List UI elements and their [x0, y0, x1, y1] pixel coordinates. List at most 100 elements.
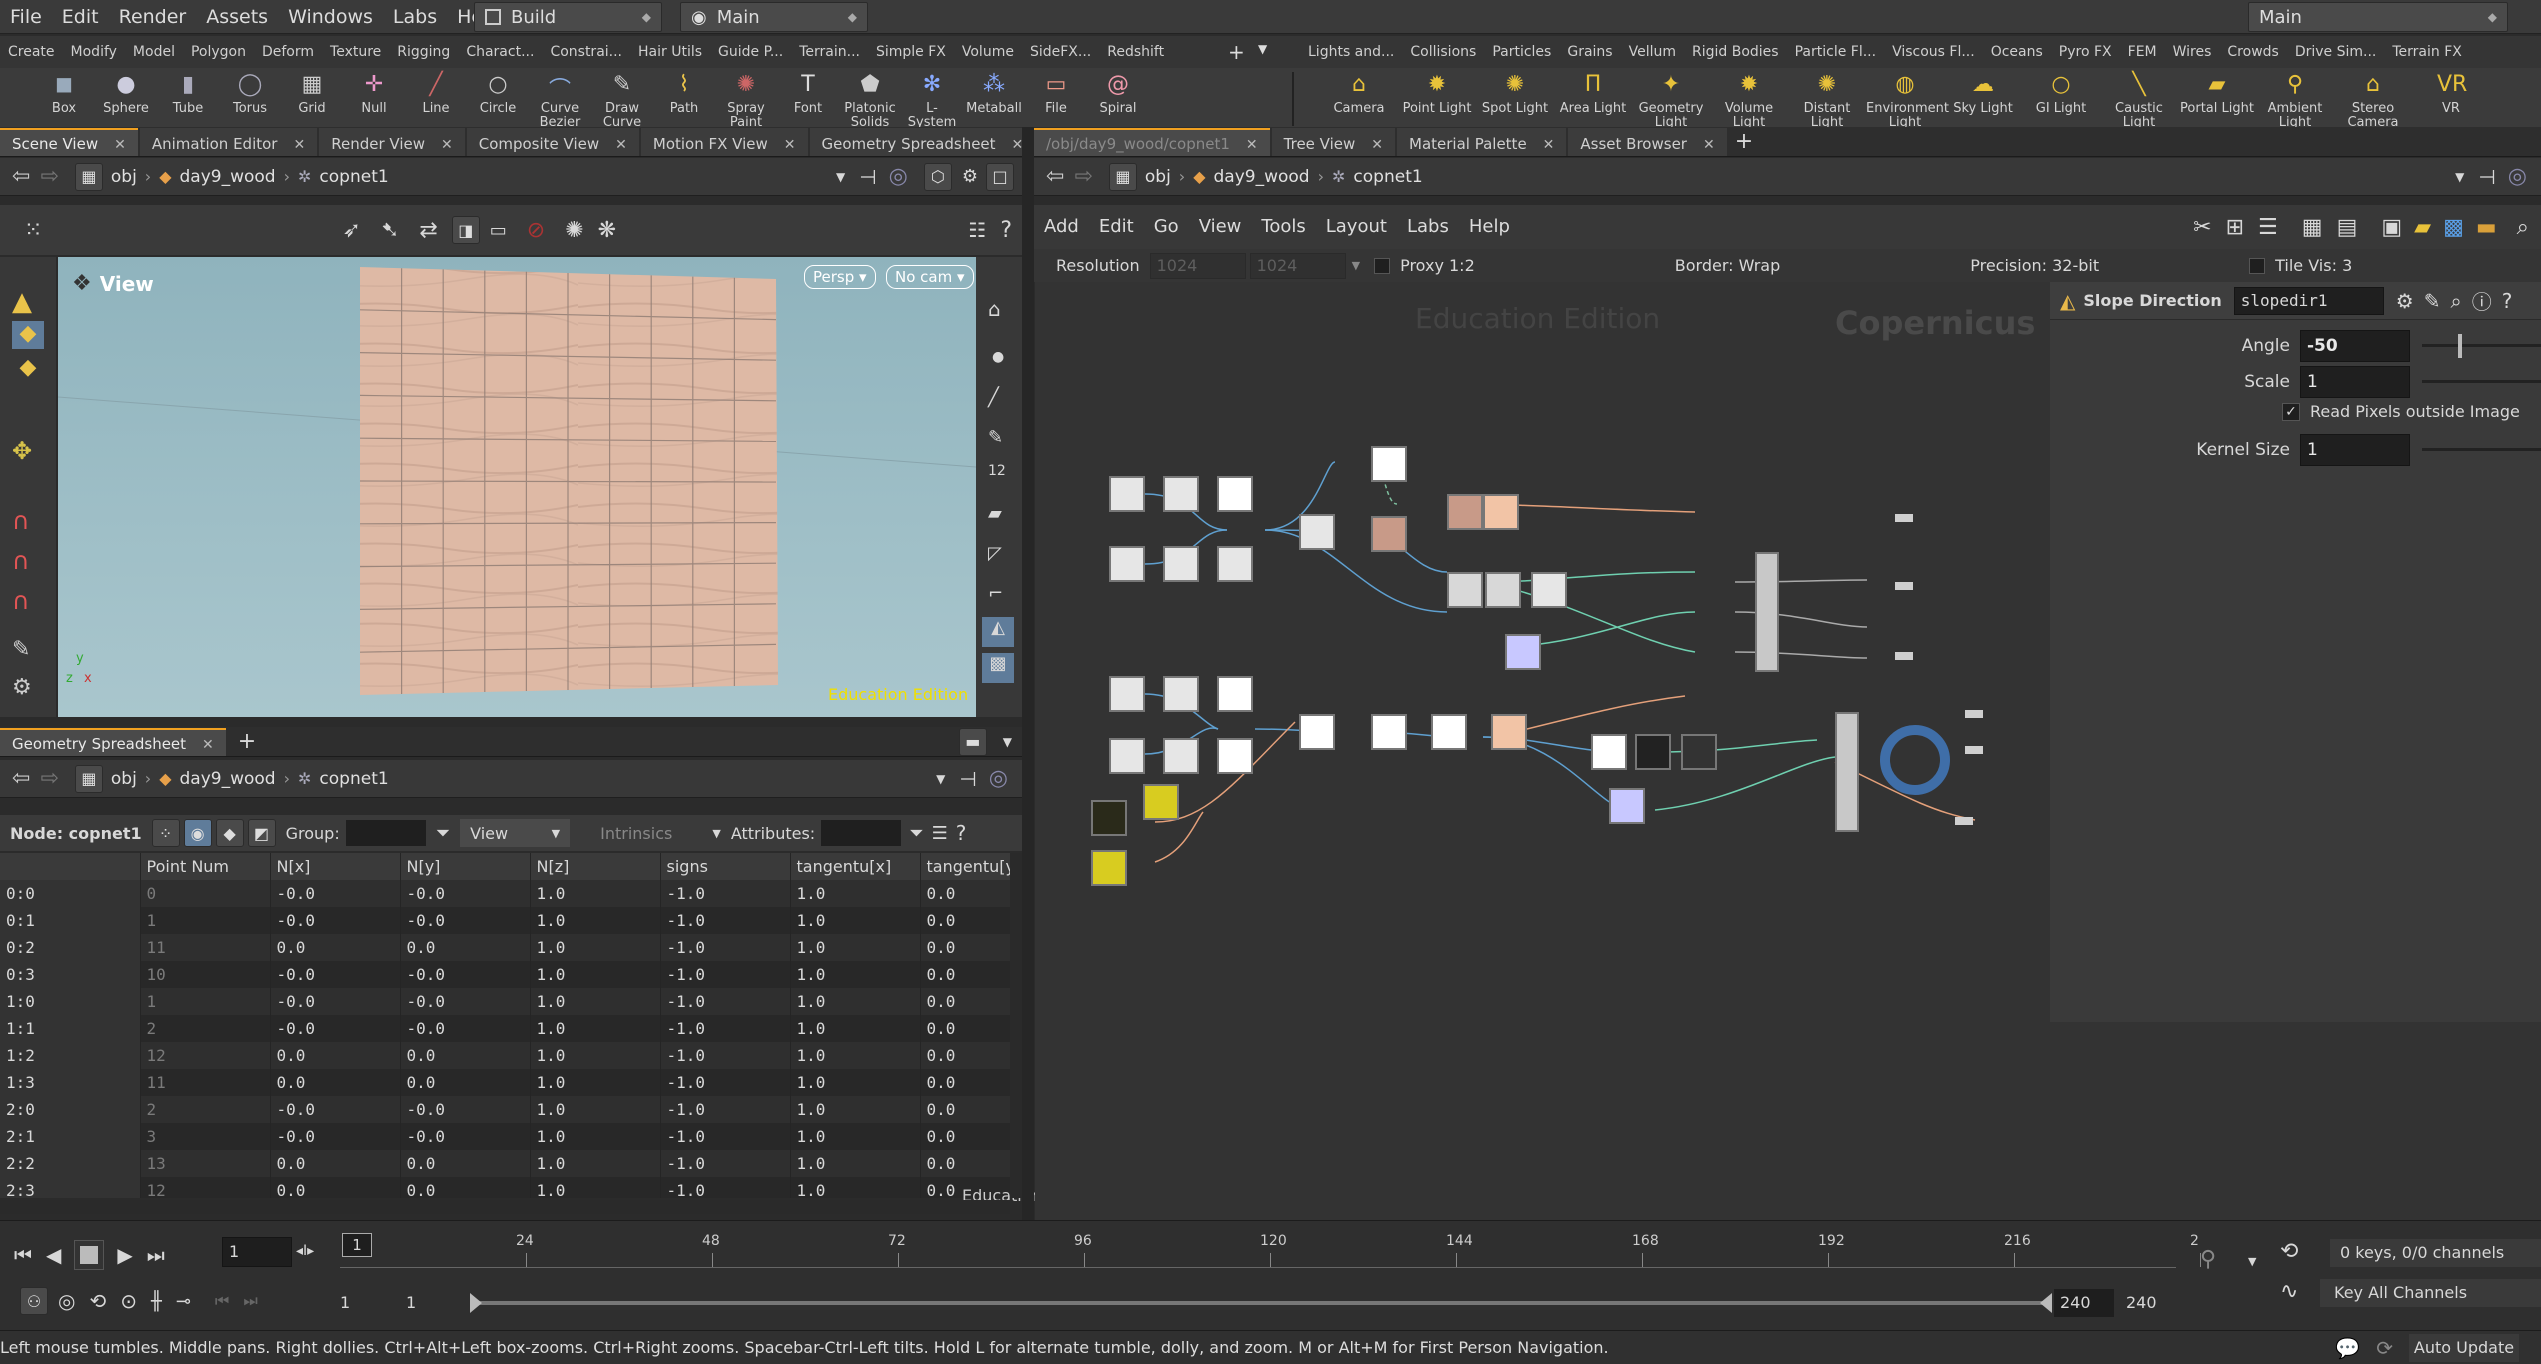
- paint-icon[interactable]: ▰: [988, 503, 1002, 524]
- key-icon[interactable]: ⚲: [2200, 1247, 2216, 1272]
- breadcrumb-copnet1[interactable]: copnet1: [1353, 167, 1422, 187]
- tool-distant-light[interactable]: ✺ Distant Light: [1788, 68, 1866, 130]
- angle-slider-handle[interactable]: [2458, 334, 2462, 358]
- box-icon[interactable]: ▬: [2476, 215, 2497, 240]
- shelf-tab[interactable]: Modify: [63, 36, 125, 68]
- angle-field[interactable]: -50: [2300, 330, 2410, 362]
- tool-line[interactable]: ╱ Line: [406, 68, 466, 130]
- tool-vr[interactable]: VR VR: [2412, 68, 2490, 130]
- sheet-scrollbar[interactable]: [1010, 853, 1022, 1198]
- tools-icon[interactable]: ✂: [2193, 215, 2211, 240]
- frame-marker[interactable]: 1: [342, 1233, 372, 1257]
- attributes-field[interactable]: [821, 820, 902, 846]
- camera-icon[interactable]: ⌂: [988, 297, 1001, 321]
- menu-render[interactable]: Render: [109, 0, 197, 34]
- tool-metaball[interactable]: ⁂ Metaball: [964, 68, 1024, 130]
- list-icon[interactable]: ☰: [2258, 215, 2278, 240]
- maximize-icon[interactable]: □: [986, 162, 1014, 191]
- network-node[interactable]: [1447, 572, 1483, 608]
- move-tool-icon[interactable]: ◆: [12, 321, 44, 349]
- breadcrumb-obj[interactable]: obj: [1145, 167, 1171, 187]
- pin-icon[interactable]: ⊣: [2478, 165, 2495, 189]
- rotate-tool-icon[interactable]: ◆: [12, 355, 44, 383]
- tab-geometry-spreadsheet[interactable]: Geometry Spreadsheet ✕: [809, 127, 1036, 156]
- grid-alt-icon[interactable]: ▤: [2337, 215, 2358, 240]
- close-icon[interactable]: ✕: [202, 737, 214, 753]
- res-width-field[interactable]: 1024: [1149, 252, 1246, 279]
- magnet-alt-icon[interactable]: ∩: [12, 547, 30, 575]
- range-slider[interactable]: [476, 1301, 2046, 1305]
- back-arrow-icon[interactable]: ⇦: [12, 766, 30, 791]
- network-node[interactable]: [1299, 514, 1335, 550]
- menu-icon[interactable]: ☰: [932, 823, 948, 844]
- table-row[interactable]: 1:2 12 0.0 0.0 1.0 -1.0 1.0 0.0: [0, 1042, 1010, 1069]
- scene-viewport[interactable]: y z x ❖ View Persp ▾ No cam ▾ Education …: [58, 257, 976, 717]
- range-end2-field[interactable]: 240: [2120, 1289, 2180, 1317]
- tab-material-palette[interactable]: Material Palette ✕: [1397, 127, 1567, 156]
- add-shelf-icon[interactable]: +: [1228, 40, 1245, 64]
- tool-point-light[interactable]: ✹ Point Light: [1398, 68, 1476, 130]
- tool-stereo-camera[interactable]: ⌂ Stereo Camera: [2334, 68, 2412, 130]
- tool-box[interactable]: ◼ Box: [34, 68, 94, 130]
- shelf-tab[interactable]: Guide P...: [710, 36, 791, 68]
- tool-curve-bezier[interactable]: ⌒ Curve Bezier: [530, 68, 590, 130]
- menu-view[interactable]: View: [1189, 210, 1252, 244]
- column-header[interactable]: N[z]: [530, 853, 661, 880]
- forward-arrow-icon[interactable]: ⇨: [1074, 164, 1092, 189]
- table-row[interactable]: 2:1 3 -0.0 -0.0 1.0 -1.0 1.0 0.0: [0, 1123, 1010, 1150]
- column-header[interactable]: Point Num: [140, 853, 271, 880]
- persp-menu[interactable]: Persp ▾: [804, 265, 876, 289]
- shelf-tab[interactable]: Particle Fl...: [1787, 36, 1884, 68]
- right-context-selector[interactable]: Main ◆: [2248, 2, 2508, 32]
- checker-icon[interactable]: ▩: [982, 653, 1014, 683]
- tile-vis-checkbox[interactable]: [2249, 257, 2266, 274]
- pin-icon[interactable]: ⊣: [959, 767, 976, 791]
- shelf-tab[interactable]: Model: [125, 36, 183, 68]
- shelf-tab[interactable]: Terrain FX: [2384, 36, 2470, 68]
- close-icon[interactable]: ✕: [441, 137, 453, 153]
- network-node[interactable]: [1531, 572, 1567, 608]
- network-node[interactable]: [1217, 738, 1253, 774]
- desktop-selector[interactable]: Build ◆: [474, 2, 662, 32]
- shelf-tab[interactable]: Volume: [954, 36, 1022, 68]
- network-node[interactable]: [1109, 738, 1145, 774]
- tool-sky-light[interactable]: ☁ Sky Light: [1944, 68, 2022, 130]
- network-node[interactable]: [1217, 476, 1253, 512]
- menu-help[interactable]: Help: [1459, 210, 1520, 244]
- auto-update-button[interactable]: Auto Update: [2409, 1333, 2519, 1362]
- close-icon[interactable]: ✕: [114, 137, 126, 153]
- table-row[interactable]: 0:0 0 -0.0 -0.0 1.0 -1.0 1.0 0.0: [0, 880, 1010, 907]
- proxy-checkbox[interactable]: [1374, 257, 1391, 274]
- shelf-tab[interactable]: Texture: [322, 36, 389, 68]
- shelf-tab[interactable]: Viscous Fl...: [1884, 36, 1983, 68]
- network-node[interactable]: [1217, 546, 1253, 582]
- menu-edit[interactable]: Edit: [52, 0, 109, 34]
- network-node[interactable]: [1109, 676, 1145, 712]
- ruler-icon[interactable]: ◸: [988, 543, 1002, 564]
- menu-tools[interactable]: Tools: [1251, 210, 1315, 244]
- realtime-icon[interactable]: ⚇: [20, 1287, 48, 1315]
- tool-caustic-light[interactable]: ╲ Caustic Light: [2100, 68, 2178, 130]
- tool-circle[interactable]: ○ Circle: [468, 68, 528, 130]
- tab-asset-browser[interactable]: Asset Browser ✕: [1568, 127, 1727, 156]
- close-icon[interactable]: ✕: [1543, 137, 1555, 153]
- tool-grid[interactable]: ▦ Grid: [282, 68, 342, 130]
- record-icon[interactable]: ⊘: [527, 218, 545, 243]
- network-node[interactable]: [1371, 516, 1407, 552]
- select-alt-icon[interactable]: ➷: [381, 218, 399, 243]
- shelf-tab[interactable]: FEM: [2120, 36, 2165, 68]
- network-output-node[interactable]: [1895, 652, 1913, 660]
- shelf-tab[interactable]: Rigging: [389, 36, 458, 68]
- shelf-tab[interactable]: Rigid Bodies: [1684, 36, 1787, 68]
- tool-file[interactable]: ▭ File: [1026, 68, 1086, 130]
- network-node[interactable]: [1447, 494, 1483, 530]
- key-all-channels-button[interactable]: Key All Channels: [2320, 1279, 2541, 1307]
- network-node[interactable]: [1109, 546, 1145, 582]
- chevron-down-icon[interactable]: ▼: [936, 772, 945, 786]
- table-row[interactable]: 0:1 1 -0.0 -0.0 1.0 -1.0 1.0 0.0: [0, 907, 1010, 934]
- detail-mode-icon[interactable]: ◩: [247, 819, 276, 847]
- pane-menu-icon[interactable]: ▼: [1003, 735, 1012, 749]
- frame-icon[interactable]: ▭: [490, 220, 507, 241]
- menu-file[interactable]: File: [0, 0, 52, 34]
- handle-tool-icon[interactable]: ✥: [12, 437, 32, 465]
